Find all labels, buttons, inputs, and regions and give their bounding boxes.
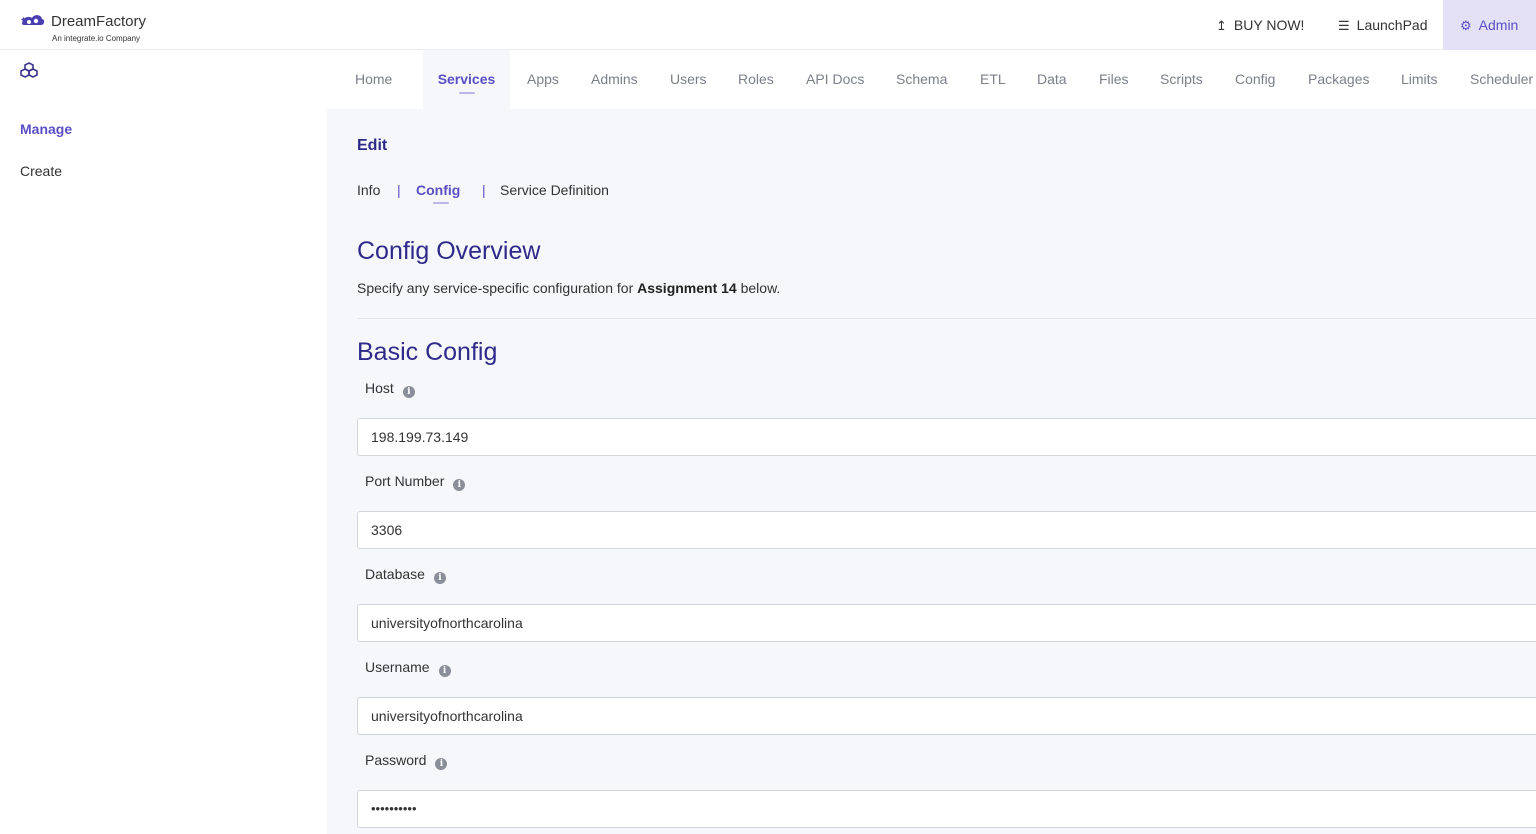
info-icon[interactable]: i <box>438 665 451 677</box>
info-icon[interactable]: i <box>453 479 466 491</box>
basic-config-heading: Basic Config <box>357 338 498 366</box>
subtab-separator: | <box>397 182 401 198</box>
subtab-service-definition[interactable]: Service Definition <box>500 182 609 198</box>
hamburger-menu-icon: ☰ <box>1338 18 1350 33</box>
brand-name: DreamFactory <box>51 13 147 30</box>
tab-api-docs[interactable]: API Docs <box>806 50 864 109</box>
tab-packages[interactable]: Packages <box>1308 50 1369 109</box>
tab-apps[interactable]: Apps <box>527 50 559 109</box>
tab-roles[interactable]: Roles <box>738 50 774 109</box>
host-input[interactable]: 198.199.73.149 <box>357 418 1536 456</box>
tab-scheduler[interactable]: Scheduler <box>1470 50 1533 109</box>
port-number-input[interactable]: 3306 <box>357 511 1536 549</box>
port-number-label: Port Number i <box>365 473 466 491</box>
launchpad-button[interactable]: ☰ LaunchPad <box>1338 0 1428 50</box>
description-prefix: Specify any service-specific configurati… <box>357 280 638 296</box>
launchpad-label: LaunchPad <box>1356 17 1428 33</box>
dreamfactory-logo-icon <box>21 15 45 25</box>
section-divider <box>357 318 1536 319</box>
edit-title: Edit <box>357 137 388 154</box>
tab-config[interactable]: Config <box>1235 50 1275 109</box>
subtab-config[interactable]: Config <box>416 182 465 204</box>
config-overview-heading: Config Overview <box>357 237 541 265</box>
password-label: Password i <box>365 752 448 770</box>
tab-scripts[interactable]: Scripts <box>1160 50 1203 109</box>
tab-admins[interactable]: Admins <box>591 50 638 109</box>
host-label: Host i <box>365 380 415 398</box>
username-input[interactable]: universityofnorthcarolina <box>357 697 1536 735</box>
gear-icon: ⚙ <box>1460 18 1472 33</box>
tab-services[interactable]: Services <box>423 50 510 109</box>
subtab-info[interactable]: Info <box>357 182 380 198</box>
tab-home[interactable]: Home <box>355 50 392 109</box>
subtab-separator: | <box>482 182 486 198</box>
tab-etl[interactable]: ETL <box>980 50 1006 109</box>
admin-button[interactable]: ⚙ Admin <box>1443 0 1536 50</box>
host-label-text: Host <box>365 380 394 396</box>
tab-users[interactable]: Users <box>670 50 707 109</box>
database-label: Database i <box>365 566 446 584</box>
username-label: Username i <box>365 659 451 677</box>
tab-files[interactable]: Files <box>1099 50 1129 109</box>
upload-arrow-icon: ↥ <box>1216 18 1227 33</box>
info-icon[interactable]: i <box>435 758 448 770</box>
database-input[interactable]: universityofnorthcarolina <box>357 604 1536 642</box>
buy-now-label: BUY NOW! <box>1233 17 1305 33</box>
info-icon[interactable]: i <box>402 386 415 398</box>
service-name: Assignment 14 <box>637 280 737 296</box>
password-label-text: Password <box>365 752 427 768</box>
tab-limits[interactable]: Limits <box>1401 50 1438 109</box>
sidebar-item-create[interactable]: Create <box>20 163 62 179</box>
content-area: Edit Info | Config | Service Definition … <box>327 109 1536 834</box>
buy-now-button[interactable]: ↥ BUY NOW! <box>1216 0 1304 50</box>
tab-data[interactable]: Data <box>1037 50 1067 109</box>
port-number-label-text: Port Number <box>365 473 445 489</box>
brand-tagline: An integrate.io Company <box>52 34 141 43</box>
config-overview-description: Specify any service-specific configurati… <box>357 280 780 296</box>
tab-schema[interactable]: Schema <box>896 50 947 109</box>
info-icon[interactable]: i <box>433 572 446 584</box>
username-label-text: Username <box>365 659 430 675</box>
password-input[interactable]: •••••••••• <box>357 790 1536 828</box>
sidebar-item-manage[interactable]: Manage <box>20 121 72 137</box>
services-cubes-icon <box>20 62 38 78</box>
top-header: DreamFactory An integrate.io Company ↥ BU… <box>0 0 1536 50</box>
main-nav: Home Services Apps Admins Users Roles AP… <box>327 50 1536 109</box>
admin-label: Admin <box>1478 17 1519 33</box>
description-suffix: below. <box>736 280 781 296</box>
database-label-text: Database <box>365 566 425 582</box>
